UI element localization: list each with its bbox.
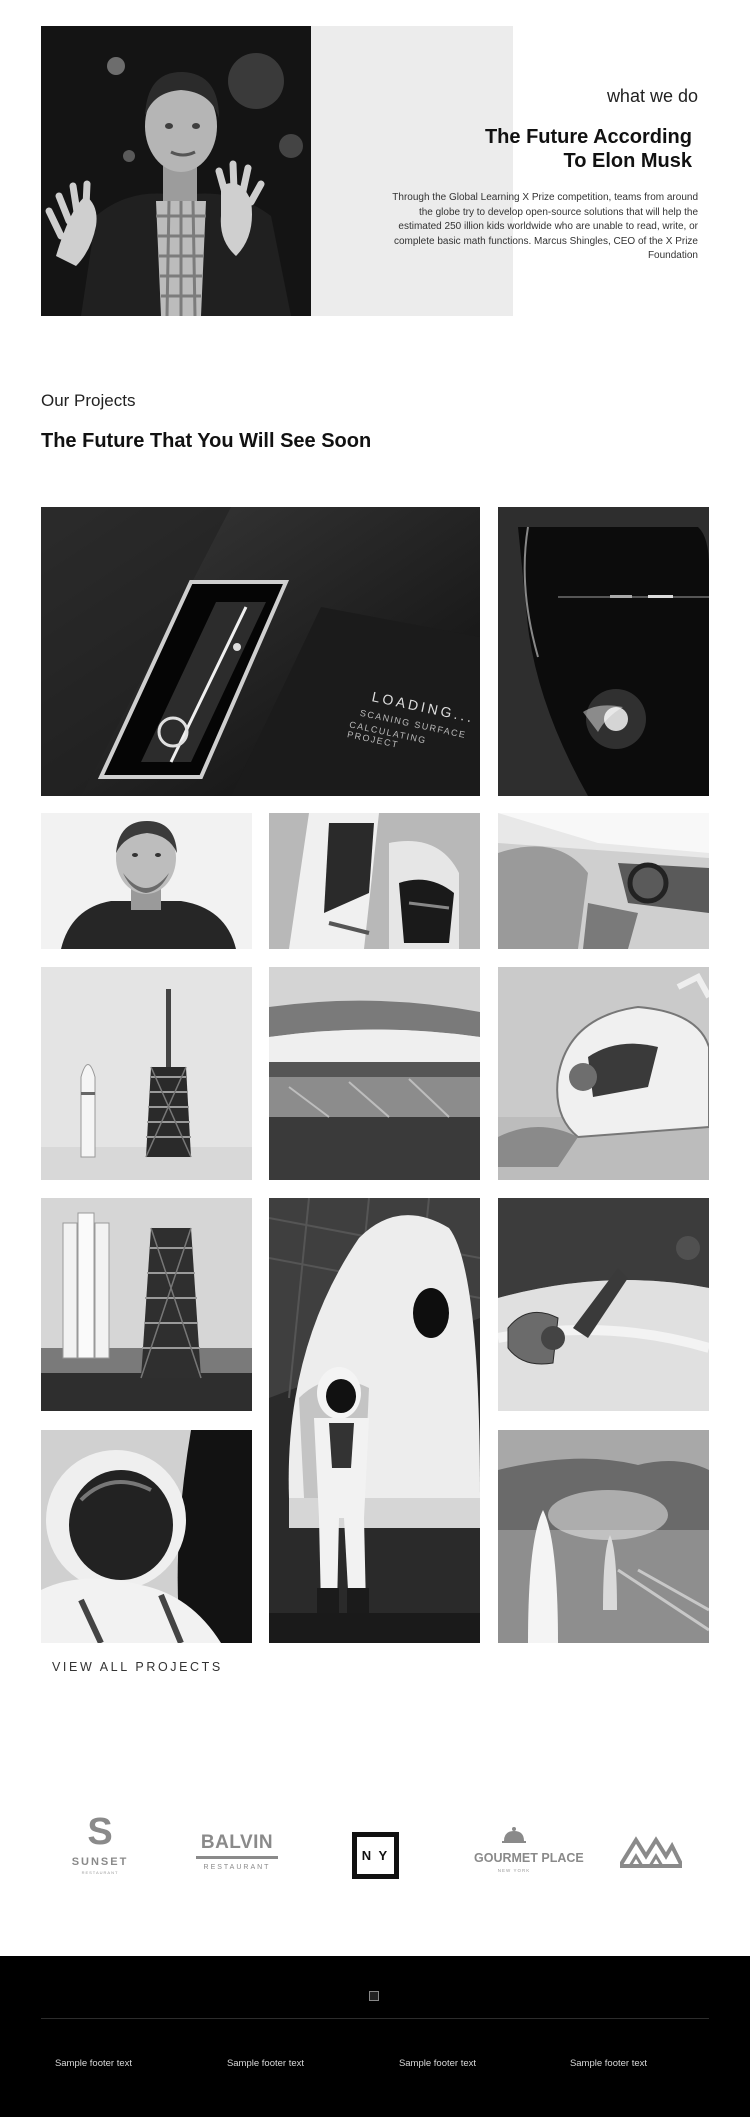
footer-text-4: Sample footer text: [569, 2058, 648, 2069]
hyperloop-station-photo[interactable]: [269, 967, 480, 1180]
mountain-logo-icon: [616, 1836, 686, 1868]
starship-on-field-photo[interactable]: [498, 1430, 709, 1643]
sunset-logo-letter: S: [87, 1811, 113, 1853]
rocket-on-pad-photo[interactable]: [41, 1198, 252, 1411]
view-all-projects-link[interactable]: VIEW ALL PROJECTS: [52, 1660, 223, 1674]
projects-title: The Future That You Will See Soon: [41, 430, 372, 452]
speaker-portrait-photo: [41, 26, 311, 316]
balvin-logo-sub: RESTAURANT: [203, 1864, 271, 1871]
rocket-launchpad-photo[interactable]: [41, 967, 252, 1180]
hero-description: Through the Global Learning X Prize comp…: [392, 192, 698, 261]
hero-title: The Future According To Elon Musk: [484, 126, 692, 172]
astronaut-helmet-photo[interactable]: [41, 1430, 252, 1643]
gourmet-logo-sub: NEW YORK: [497, 1868, 531, 1873]
balvin-logo-name: BALVIN: [200, 1832, 274, 1853]
sunset-logo-sub: RESTAURANT: [81, 1870, 119, 1875]
hero-kicker: what we do: [606, 86, 698, 106]
balvin-logo: BALVIN RESTAURANT: [196, 1832, 278, 1878]
astronaut-and-capsule-photo[interactable]: [269, 1198, 480, 1643]
gourmet-logo-name: GOURMET PLACE: [474, 1851, 584, 1865]
car-interior-photo[interactable]: [498, 813, 709, 949]
footer-text-2: Sample footer text: [226, 2058, 305, 2069]
device-loading-screen-photo[interactable]: LOADING... SCANING SURFACE CALCULATING P…: [41, 507, 480, 796]
footer-text-1: Sample footer text: [54, 2058, 133, 2069]
satellite-over-planet-photo[interactable]: [498, 1198, 709, 1411]
ny-logo: N Y: [352, 1832, 399, 1879]
smiling-man-portrait-photo[interactable]: [41, 813, 252, 949]
gourmet-place-logo: GOURMET PLACE NEW YORK: [474, 1826, 584, 1882]
futuristic-motorbike-photo[interactable]: [498, 967, 709, 1180]
truck-headlight-photo[interactable]: [498, 507, 709, 796]
sunset-logo-name: SUNSET: [71, 1856, 129, 1868]
broken-image-icon: [369, 1991, 379, 2001]
footer-text-3: Sample footer text: [398, 2058, 477, 2069]
projects-kicker: Our Projects: [41, 391, 136, 410]
cloche-icon: [502, 1827, 526, 1843]
footer: Sample footer text Sample footer text Sa…: [0, 1956, 750, 2117]
spacesuit-boots-photo[interactable]: [269, 813, 480, 949]
sunset-logo: S SUNSET RESTAURANT: [70, 1812, 130, 1888]
footer-divider: [41, 2018, 709, 2019]
hero-text-block: what we do The Future According To Elon …: [380, 86, 698, 264]
ny-logo-name: N Y: [361, 1848, 390, 1863]
